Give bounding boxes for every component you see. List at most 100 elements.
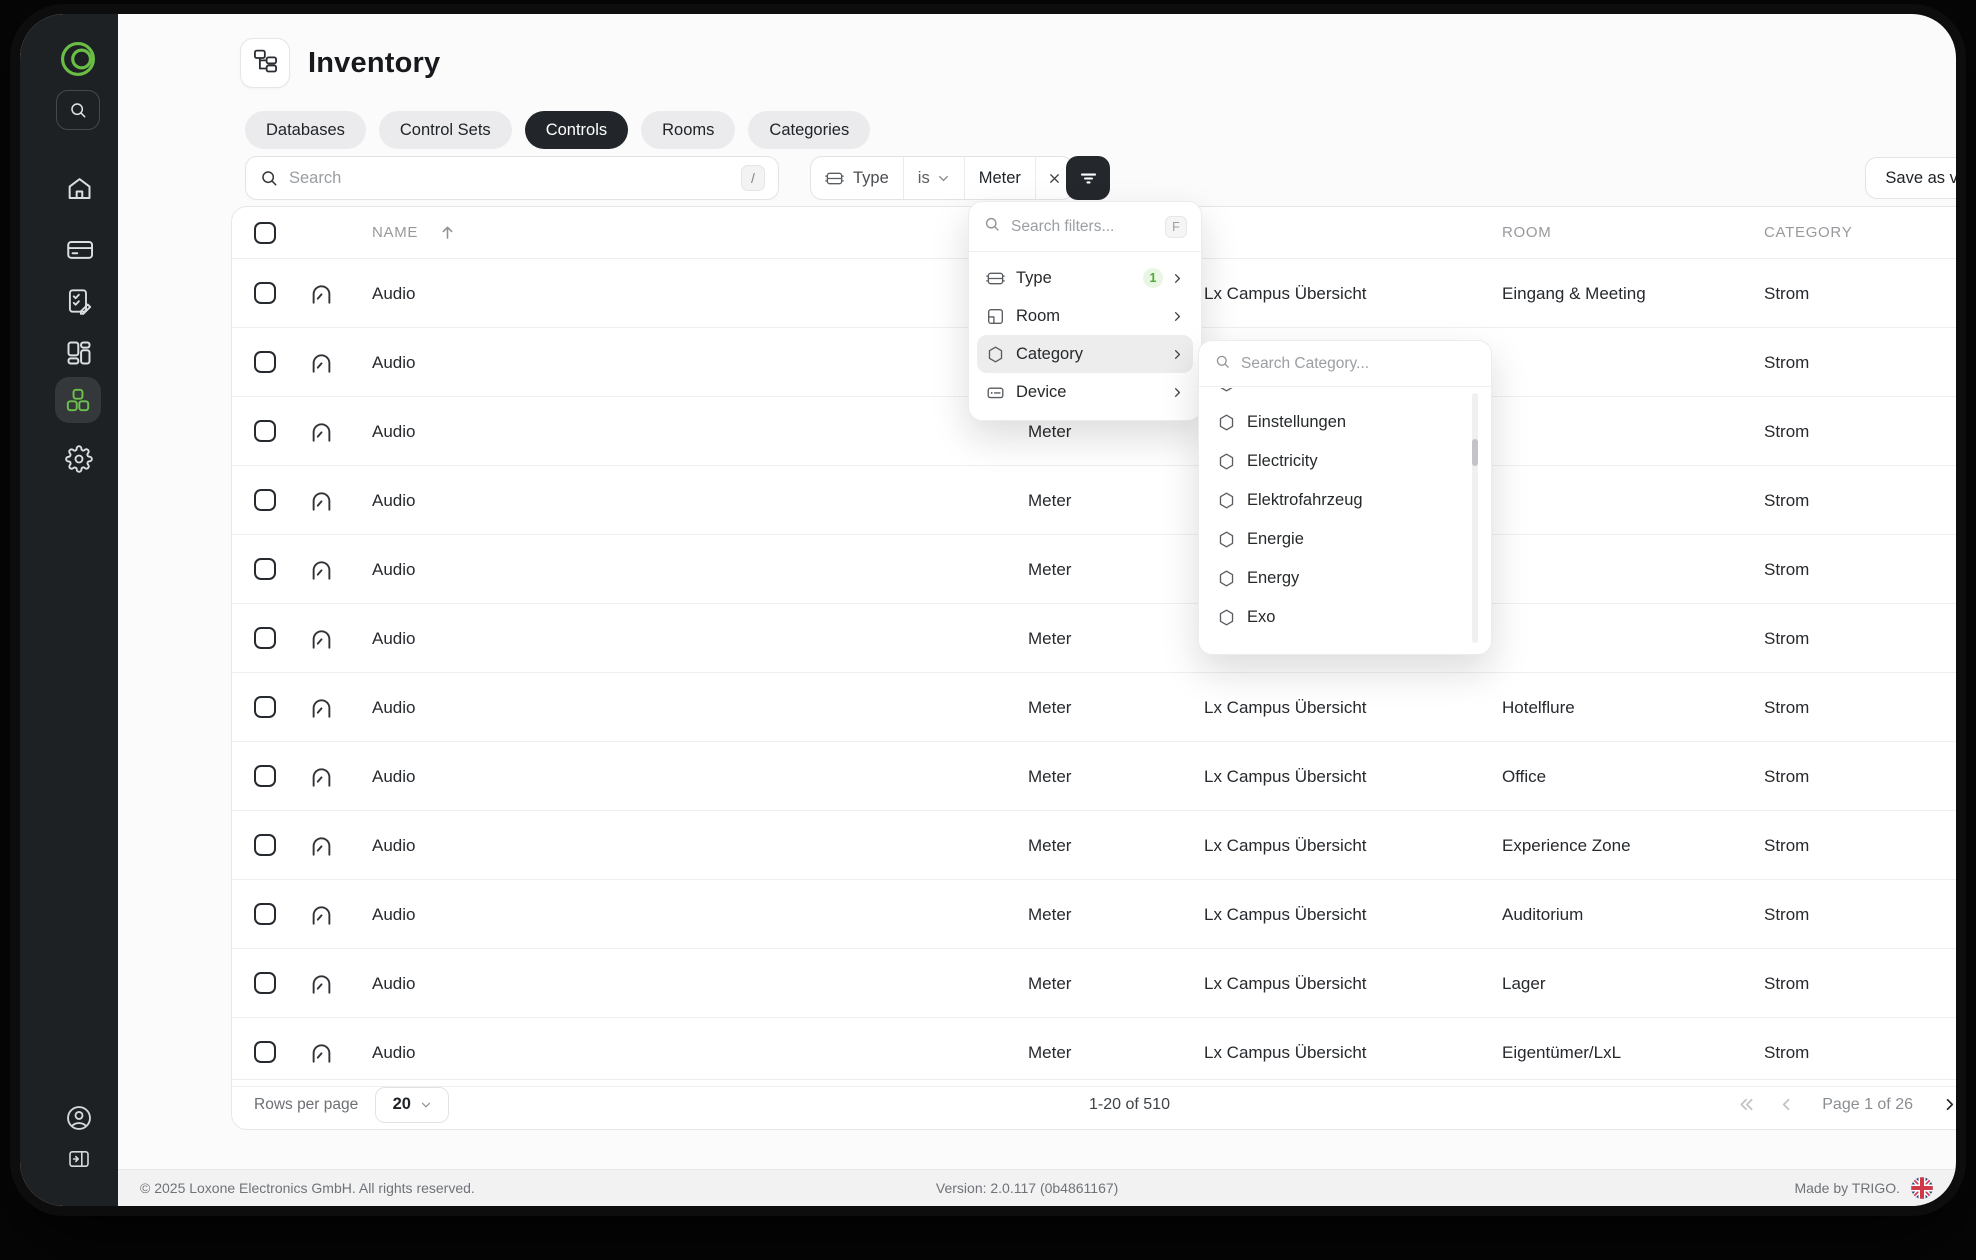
inventory-app-icon [240, 38, 290, 88]
sidebar-item-home[interactable] [65, 174, 93, 202]
tab-databases[interactable]: Databases [245, 111, 366, 149]
row-checkbox[interactable] [254, 834, 276, 856]
cell-room: Auditorium [1502, 905, 1584, 924]
sort-ascending-icon[interactable] [438, 223, 457, 242]
filter-menu-shortcut-badge: F [1165, 215, 1187, 238]
table-row[interactable]: Audio Meter Lx Campus Übersicht Hotelflure S… [232, 673, 1956, 742]
sidebar-item-inventory-active[interactable] [55, 377, 101, 423]
category-search-input[interactable]: Search Category... [1199, 341, 1491, 387]
expand-panel-icon[interactable] [67, 1147, 91, 1171]
filter-menu-item-device[interactable]: Device [977, 373, 1193, 411]
column-header-name[interactable]: NAME [372, 207, 418, 259]
tab-control-sets[interactable]: Control Sets [378, 111, 512, 149]
sidebar [20, 14, 118, 1206]
table-row[interactable]: Audio Meter Lx Campus Übersicht Lager Strom [232, 949, 1956, 1018]
category-icon [1217, 530, 1236, 549]
page-indicator: Page 1 of 26 [1822, 1095, 1913, 1113]
category-icon [1217, 569, 1236, 588]
cell-type: Meter [1028, 836, 1072, 855]
submenu-scrollbar-thumb[interactable] [1472, 439, 1478, 466]
table-row[interactable]: Audio Meter Lx Campus Übersicht Experience … [232, 811, 1956, 880]
sidebar-item-dashboard[interactable] [65, 339, 93, 367]
row-checkbox[interactable] [254, 420, 276, 442]
row-checkbox[interactable] [254, 696, 276, 718]
filter-menu-item-room[interactable]: Room [977, 297, 1193, 335]
first-page-button[interactable] [1730, 1089, 1762, 1121]
select-all-checkbox[interactable] [254, 222, 276, 244]
category-option[interactable]: Exo [1207, 598, 1483, 637]
tab-rooms[interactable]: Rooms [641, 111, 736, 149]
row-checkbox[interactable] [254, 489, 276, 511]
meter-gauge-icon [308, 832, 335, 859]
sidebar-search-button[interactable] [56, 90, 100, 130]
category-option[interactable]: Elektrofahrzeug [1207, 481, 1483, 520]
cell-type: Meter [1028, 491, 1072, 510]
chevron-right-icon [1171, 386, 1184, 399]
cell-name: Audio [372, 1043, 416, 1062]
save-as-view-label[interactable]: Save as view [1866, 158, 1956, 198]
cell-name: Audio [372, 698, 416, 717]
search-input[interactable]: Search / [245, 156, 779, 200]
meter-gauge-icon [308, 901, 335, 928]
cell-name: Audio [372, 836, 416, 855]
filter-chip-value[interactable]: Meter [965, 157, 1036, 199]
table-row[interactable]: Audio Meter Lx Campus Übersicht Eigentümer/… [232, 1018, 1956, 1087]
filter-menu-item-type[interactable]: Type 1 [977, 259, 1193, 297]
row-checkbox[interactable] [254, 972, 276, 994]
row-checkbox[interactable] [254, 627, 276, 649]
sidebar-item-card[interactable] [65, 235, 94, 263]
row-checkbox[interactable] [254, 903, 276, 925]
cell-category: Strom [1764, 1043, 1810, 1062]
row-checkbox[interactable] [254, 558, 276, 580]
column-header-category[interactable]: CATEGORY [1764, 207, 1852, 259]
table-row[interactable]: AudioMeterLx Campus ÜbersichtStrom [232, 535, 1956, 604]
cell-control-set: Lx Campus Übersicht [1204, 836, 1367, 855]
row-checkbox[interactable] [254, 351, 276, 373]
app-window: Inventory Databases Control Sets Controls R… [20, 14, 1956, 1206]
next-page-button[interactable] [1933, 1089, 1956, 1121]
category-option[interactable]: Energie [1207, 520, 1483, 559]
meter-gauge-icon [308, 556, 335, 583]
filter-dropdown-menu: Search filters... F Type 1 Room Category Dev… [968, 201, 1202, 421]
cell-name: Audio [372, 974, 416, 993]
rows-per-page-select[interactable]: 20 [375, 1086, 450, 1123]
search-placeholder: Search [289, 168, 342, 187]
cell-room: Office [1502, 767, 1547, 786]
meter-gauge-icon [308, 349, 335, 376]
category-icon [986, 345, 1005, 364]
category-option[interactable]: Electricity [1207, 442, 1483, 481]
cell-type: Meter [1028, 560, 1072, 579]
table-row[interactable]: Audio Meter Lx Campus Übersicht Office Strom [232, 742, 1956, 811]
filter-chip-operator[interactable]: is [904, 157, 965, 199]
tab-controls[interactable]: Controls [524, 111, 629, 149]
tab-bar: Databases Control Sets Controls Rooms Catego… [245, 111, 871, 149]
device-icon [986, 383, 1005, 402]
tab-categories[interactable]: Categories [748, 111, 871, 149]
filter-count-badge: 1 [1143, 268, 1163, 288]
column-header-room[interactable]: ROOM [1502, 207, 1551, 259]
uk-flag-icon[interactable] [1910, 1176, 1934, 1200]
filter-menu-item-category[interactable]: Category [977, 335, 1193, 373]
filter-menu-search-input[interactable]: Search filters... F [969, 202, 1201, 252]
table-row[interactable]: Audio Meter Lx Campus Übersicht Auditorium S… [232, 880, 1956, 949]
category-option-partial[interactable] [1207, 388, 1483, 403]
category-option[interactable]: Energy [1207, 559, 1483, 598]
row-checkbox[interactable] [254, 282, 276, 304]
copyright-text: © 2025 Loxone Electronics GmbH. All righ… [140, 1180, 475, 1196]
type-icon [986, 269, 1005, 288]
row-checkbox[interactable] [254, 765, 276, 787]
table-row[interactable]: AudioMeterLx Campus ÜbersichtStrom [232, 604, 1956, 673]
cell-type: Meter [1028, 629, 1072, 648]
filter-chip-field[interactable]: Type [811, 157, 904, 199]
sidebar-item-gear[interactable] [65, 445, 93, 473]
category-option[interactable]: Einstellungen [1207, 403, 1483, 442]
submenu-scrollbar-track[interactable] [1472, 393, 1478, 643]
table-footer: Rows per page 20 1-20 of 510 Page 1 of 2… [232, 1079, 1956, 1129]
row-checkbox[interactable] [254, 1041, 276, 1063]
search-icon [983, 215, 1001, 238]
open-filters-button[interactable] [1066, 156, 1110, 200]
previous-page-button[interactable] [1770, 1089, 1802, 1121]
sidebar-item-tasks[interactable] [65, 287, 93, 315]
user-icon[interactable] [65, 1104, 93, 1132]
table-row[interactable]: AudioMeterLx Campus ÜbersichtStrom [232, 466, 1956, 535]
